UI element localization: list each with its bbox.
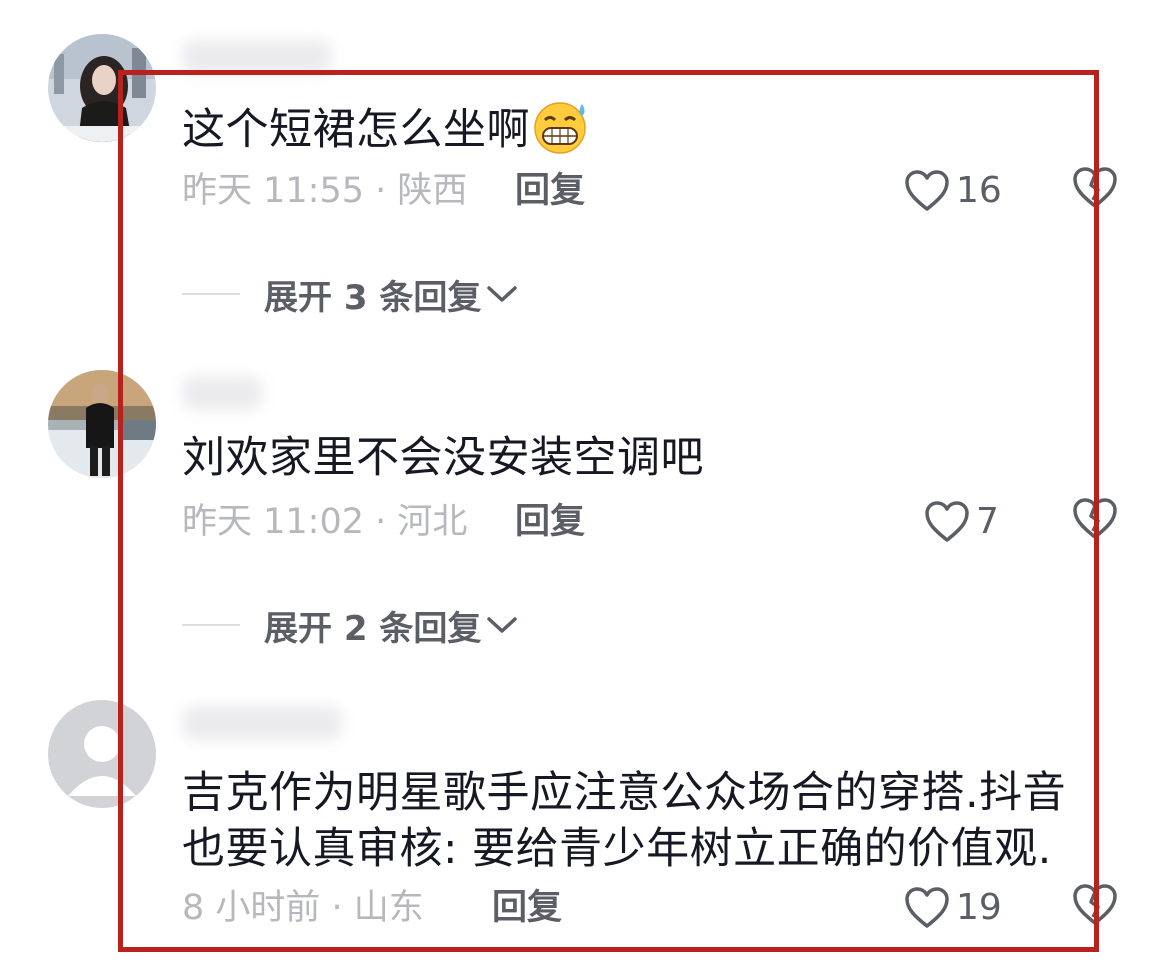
comment-list: 这个短裙怎么坐啊 昨天 11:55 · 陕西 回复 16 展开 3 条回复 刘欢… bbox=[0, 0, 1170, 962]
reply-button[interactable]: 回复 bbox=[492, 888, 562, 928]
comment-text-line: 吉克作为明星歌手应注意公众场合的穿搭.抖音 bbox=[182, 768, 1067, 818]
comment-text: 刘欢家里不会没安装空调吧 bbox=[182, 433, 704, 483]
broken-heart-outline-icon bbox=[1072, 498, 1118, 545]
reply-button[interactable]: 回复 bbox=[515, 502, 585, 542]
username[interactable] bbox=[182, 706, 342, 740]
like-count: 7 bbox=[976, 501, 999, 542]
comment-meta: 昨天 11:55 · 陕西 bbox=[182, 171, 468, 211]
like-button[interactable]: 7 bbox=[924, 497, 999, 547]
chevron-down-icon bbox=[481, 614, 519, 636]
heart-outline-icon bbox=[924, 500, 970, 544]
like-count: 16 bbox=[956, 170, 1002, 211]
chevron-down-icon bbox=[481, 283, 519, 305]
dislike-button[interactable] bbox=[1072, 166, 1118, 216]
like-count: 19 bbox=[956, 887, 1002, 928]
username[interactable] bbox=[182, 376, 262, 410]
broken-heart-outline-icon bbox=[1072, 167, 1118, 214]
divider bbox=[182, 624, 240, 626]
comment-meta: 8 小时前 · 山东 bbox=[182, 888, 424, 928]
avatar[interactable] bbox=[48, 34, 156, 142]
heart-outline-icon bbox=[904, 169, 950, 213]
like-button[interactable]: 16 bbox=[904, 166, 1002, 216]
broken-heart-outline-icon bbox=[1072, 884, 1118, 931]
like-button[interactable]: 19 bbox=[904, 883, 1002, 933]
comment-text-line: 也要认真审核: 要给青少年树立正确的价值观. bbox=[182, 824, 1052, 874]
dislike-button[interactable] bbox=[1072, 883, 1118, 933]
comment-text: 这个短裙怎么坐啊 bbox=[182, 100, 592, 165]
expand-replies-button[interactable]: 展开 2 条回复 bbox=[182, 605, 519, 649]
reply-button[interactable]: 回复 bbox=[515, 171, 585, 211]
comment-meta: 昨天 11:02 · 河北 bbox=[182, 502, 468, 542]
avatar[interactable] bbox=[48, 700, 156, 808]
avatar[interactable] bbox=[48, 370, 156, 478]
expand-replies-button[interactable]: 展开 3 条回复 bbox=[182, 274, 519, 318]
username[interactable] bbox=[182, 40, 332, 74]
dislike-button[interactable] bbox=[1072, 497, 1118, 547]
comment-text: 吉克作为明星歌手应注意公众场合的穿搭.抖音 也要认真审核: 要给青少年树立正确的… bbox=[182, 765, 1102, 877]
expand-replies-label: 展开 2 条回复 bbox=[264, 608, 482, 649]
heart-outline-icon bbox=[904, 886, 950, 930]
divider bbox=[182, 293, 240, 295]
sweat-grin-emoji-icon bbox=[532, 100, 592, 165]
expand-replies-label: 展开 3 条回复 bbox=[264, 277, 482, 318]
